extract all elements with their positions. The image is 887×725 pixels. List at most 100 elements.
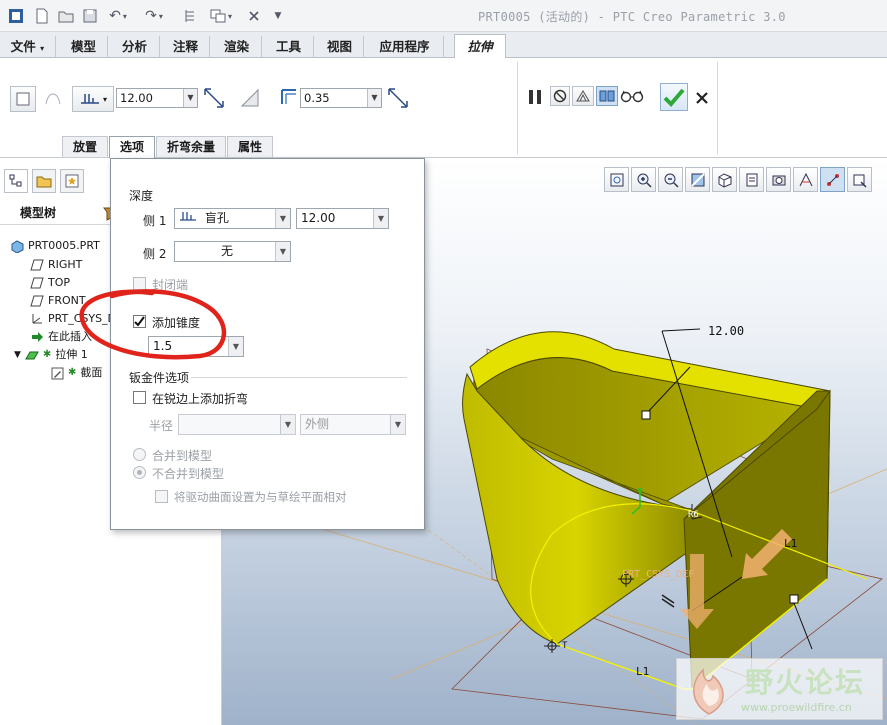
blind-depth-icon: [179, 209, 197, 228]
no-merge-label: 不合并到模型: [152, 467, 225, 481]
attached-preview-icon[interactable]: [572, 86, 594, 106]
radius-value-input[interactable]: ▼: [178, 414, 296, 435]
add-bend-checkbox[interactable]: [133, 391, 146, 404]
windows-icon[interactable]: ▾: [204, 6, 238, 26]
tree-item-extrude[interactable]: ▼ ✱ 拉伸 1: [14, 347, 88, 363]
line-label: L1: [784, 537, 797, 550]
coordinate-system-icon: [30, 312, 44, 326]
remove-material-icon[interactable]: [238, 86, 262, 110]
sketch-pencil-icon: [50, 366, 64, 380]
datum-plane-icon: [30, 258, 44, 272]
checkmark-icon: [663, 88, 685, 107]
insert-arrow-icon: [30, 330, 44, 344]
close-window-icon[interactable]: [244, 6, 264, 26]
folder-browser-tab[interactable]: [32, 169, 56, 193]
tree-icon: [9, 174, 22, 187]
app-logo-icon[interactable]: [6, 6, 26, 26]
extrude-ribbon: ▾ 12.00 ▼ 0.35 ▼ 放置 选项 折弯余量 属性: [0, 58, 887, 158]
extrude-surface-button[interactable]: [40, 86, 66, 112]
merge-to-model-radio[interactable]: [133, 448, 146, 461]
line-label: L1: [636, 665, 649, 678]
dimension-label[interactable]: 12.00: [708, 324, 744, 338]
options-panel: 深度 侧 1 盲孔 ▼ 12.00 ▼ 侧 2 无 ▼ 封闭端 添加锥度 1.5 ▼ 钣…: [110, 158, 425, 530]
thicken-sketch-icon[interactable]: [278, 86, 300, 110]
tab-view[interactable]: 视图: [316, 36, 364, 58]
model-tree-tab[interactable]: [4, 169, 28, 193]
open-folder-icon[interactable]: [56, 6, 76, 26]
new-feature-marker-icon: ✱: [68, 367, 77, 378]
add-bend-label: 在锐边上添加折弯: [152, 392, 249, 406]
side1-depth-value-input[interactable]: 12.00 ▼: [296, 208, 389, 229]
extrude-solid-button[interactable]: [10, 86, 36, 112]
ribbon-separator: [717, 62, 718, 154]
tab-file[interactable]: 文件 ▾: [0, 36, 56, 58]
csys-label: PRT_CSYS_DEF: [622, 569, 694, 580]
tab-applications[interactable]: 应用程序: [366, 36, 444, 58]
radius-label: 半径: [149, 419, 174, 433]
tab-render[interactable]: 渲染: [212, 36, 262, 58]
add-taper-label: 添加锥度: [152, 316, 201, 330]
tree-item-right-plane[interactable]: RIGHT: [30, 257, 82, 273]
side2-depth-type-select[interactable]: 无 ▼: [174, 241, 291, 262]
undo-icon[interactable]: ↶ ▾: [104, 6, 132, 26]
no-merge-radio[interactable]: [133, 466, 146, 479]
confirm-button[interactable]: [660, 83, 688, 111]
tree-item-section[interactable]: ✱ 截面: [50, 365, 102, 381]
tab-analysis[interactable]: 分析: [110, 36, 160, 58]
redo-icon[interactable]: ↷ ▾: [140, 6, 168, 26]
tab-extrude[interactable]: 拉伸: [454, 34, 506, 59]
flip-thickness-icon[interactable]: [386, 86, 410, 110]
tree-item-front-plane[interactable]: FRONT: [30, 293, 86, 309]
taper-angle-input[interactable]: 1.5 ▼: [148, 336, 244, 357]
subtab-bend-allowance[interactable]: 折弯余量: [156, 136, 227, 157]
watermark-title: 野火论坛: [745, 666, 866, 699]
expand-arrow-icon[interactable]: ▼: [14, 347, 21, 363]
drive-surface-label: 将驱动曲面设置为与草绘平面相对: [174, 490, 347, 504]
favorites-tab[interactable]: [60, 169, 84, 193]
side1-depth-type-select[interactable]: 盲孔 ▼: [174, 208, 291, 229]
new-feature-marker-icon: ✱: [42, 349, 52, 360]
subtab-options[interactable]: 选项: [109, 136, 156, 158]
radius-side-select[interactable]: 外侧 ▼: [300, 414, 406, 435]
new-file-icon[interactable]: [32, 6, 52, 26]
title-bar: ↶ ▾ ↷ ▾ ▾ ▼ PRT0005 (活动的) - PTC Creo Param…: [0, 0, 887, 32]
add-taper-checkbox[interactable]: [133, 315, 146, 328]
folder-icon: [36, 176, 52, 188]
window-title: PRT0005 (活动的) - PTC Creo Parametric 3.0: [478, 10, 786, 24]
drive-surface-checkbox[interactable]: [155, 490, 168, 503]
depth-value-input[interactable]: 12.00 ▼: [116, 88, 198, 108]
radius-tag: R6: [688, 510, 699, 520]
tree-item-insert-here[interactable]: 在此插入: [30, 329, 92, 345]
customize-quick-access-icon[interactable]: ▼: [270, 6, 286, 26]
ribbon-tabs: 文件 ▾ 模型 分析 注释 渲染 工具 视图 应用程序 拉伸: [0, 32, 887, 59]
checkmark-icon: [134, 316, 145, 327]
tab-model[interactable]: 模型: [60, 36, 108, 58]
flame-logo-icon: [693, 668, 724, 715]
preview-icon[interactable]: [596, 86, 618, 106]
capped-ends-checkbox[interactable]: [133, 277, 146, 290]
tree-item-part[interactable]: PRT0005.PRT: [10, 238, 100, 254]
tree-item-top-plane[interactable]: TOP: [30, 275, 70, 291]
cancel-button[interactable]: [692, 88, 712, 108]
watermark-url: www.proewildfire.cn: [741, 701, 852, 714]
tab-tools[interactable]: 工具: [264, 36, 314, 58]
thickness-value-input[interactable]: 0.35 ▼: [300, 88, 382, 108]
extrude-feature-icon: [25, 348, 39, 362]
regenerate-icon[interactable]: [180, 6, 200, 26]
subtab-placement[interactable]: 放置: [62, 136, 109, 157]
section-divider: [191, 377, 407, 378]
pause-icon[interactable]: [524, 86, 546, 108]
tab-annotate[interactable]: 注释: [162, 36, 210, 58]
datum-plane-icon: [30, 276, 44, 290]
flip-depth-icon[interactable]: [202, 86, 226, 110]
extrude-subtabs: 放置 选项 折弯余量 属性: [62, 136, 274, 158]
no-preview-icon[interactable]: [550, 86, 570, 106]
depth-type-button[interactable]: ▾: [72, 86, 114, 112]
datum-plane-icon: [30, 294, 44, 308]
close-icon: [696, 92, 708, 104]
subtab-properties[interactable]: 属性: [227, 136, 274, 157]
tangent-tag: T: [562, 641, 568, 651]
save-icon[interactable]: [80, 6, 100, 26]
verify-glasses-icon[interactable]: [620, 86, 644, 108]
forum-watermark: 野火论坛 www.proewildfire.cn: [676, 658, 883, 720]
